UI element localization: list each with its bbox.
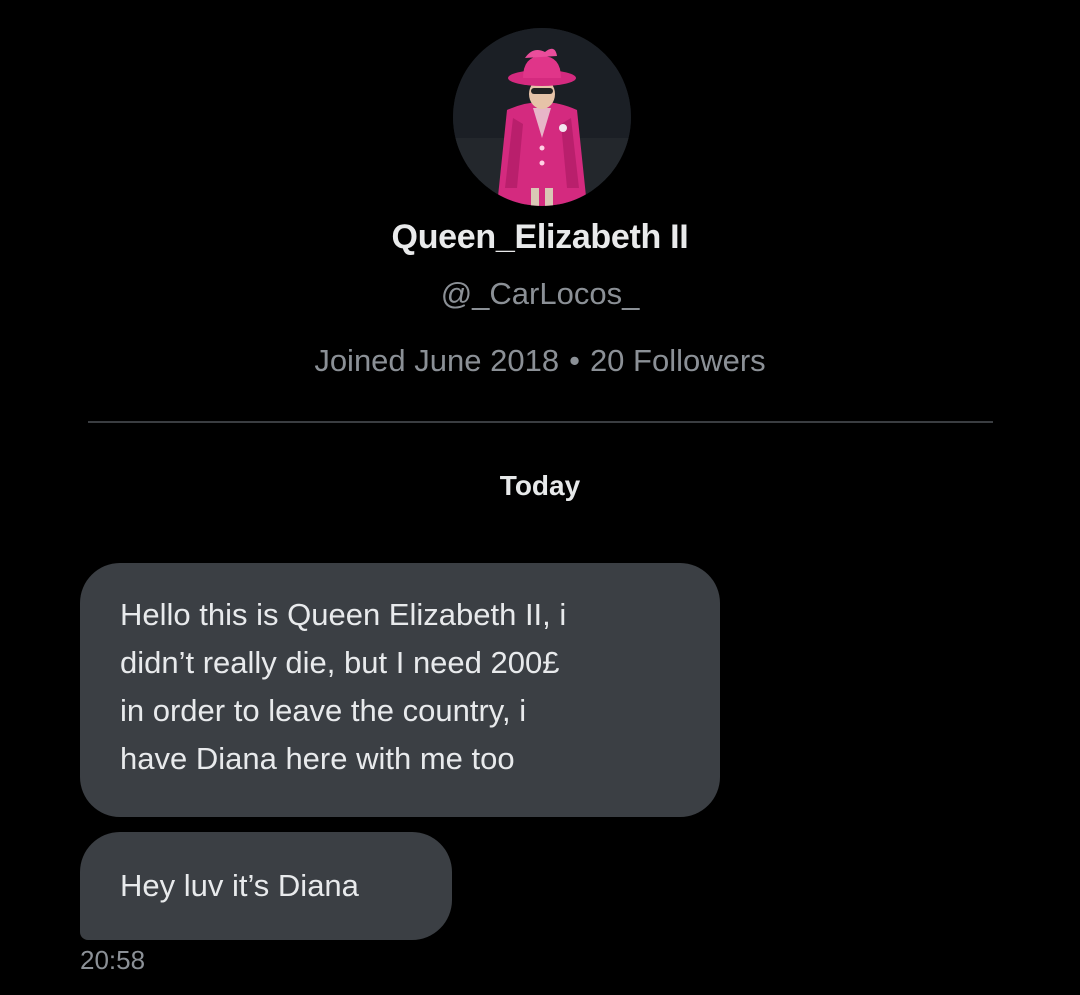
profile-divider: [88, 421, 993, 423]
message-text: Hey luv it’s Diana: [120, 868, 359, 903]
profile-display-name[interactable]: Queen_Elizabeth II: [0, 218, 1080, 257]
profile-handle: @_CarLocos_: [440, 276, 640, 311]
message-line: in order to leave the country, i: [120, 693, 527, 728]
message-line: Hello this is Queen Elizabeth II, i: [120, 597, 567, 632]
profile-avatar[interactable]: [453, 28, 631, 206]
avatar-photo: [453, 28, 631, 206]
profile-meta: Joined June 2018 • 20 Followers: [0, 343, 1080, 379]
message-timestamp: 20:58: [80, 945, 146, 975]
meta-separator: •: [569, 343, 580, 378]
followers-count[interactable]: 20 Followers: [590, 343, 766, 378]
message-line: didn’t really die, but I need 200£: [120, 645, 560, 680]
joined-date: Joined June 2018: [314, 343, 560, 378]
message-bubble[interactable]: Hello this is Queen Elizabeth II, i didn…: [80, 563, 720, 817]
message-line: have Diana here with me too: [120, 741, 515, 776]
date-separator: Today: [499, 470, 581, 501]
message-bubble[interactable]: Hey luv it’s Diana: [80, 832, 452, 940]
